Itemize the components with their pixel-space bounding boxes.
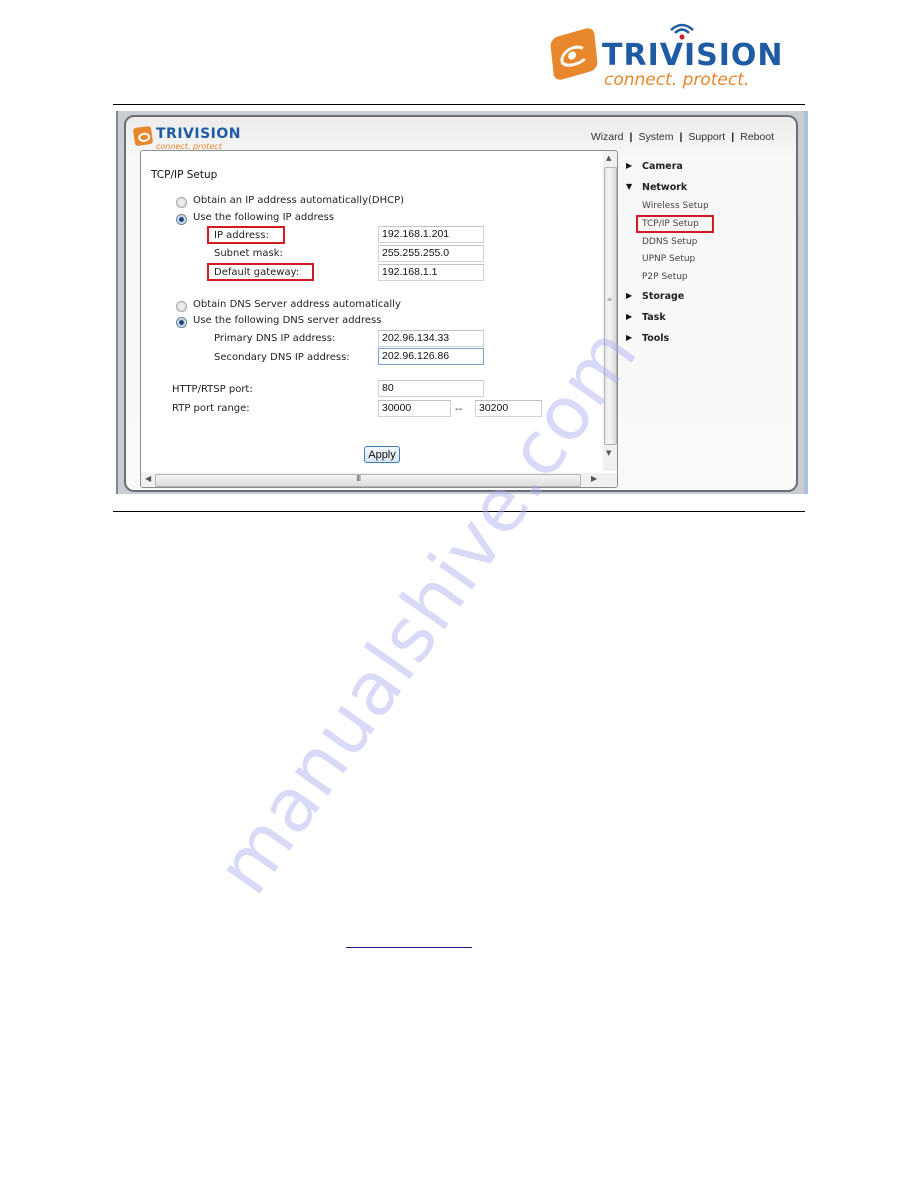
expanded-triangle-icon: ▼ (626, 182, 633, 191)
tcpip-setup-highlight (636, 215, 714, 233)
app-brand-name: TRIVISION (156, 126, 241, 142)
hyperlink-underline[interactable] (346, 947, 472, 948)
tcpip-setup-panel: TCP/IP Setup Obtain an IP address automa… (140, 150, 618, 488)
eye-logo-icon (132, 125, 154, 147)
apply-button[interactable]: Apply (364, 446, 400, 463)
eye-logo-icon (549, 26, 599, 82)
collapsed-triangle-icon: ▶ (626, 312, 633, 321)
menu-ddns-setup[interactable]: DDNS Setup (642, 237, 697, 247)
subnet-mask-label: Subnet mask: (214, 248, 283, 259)
scroll-left-icon[interactable]: ◀ (145, 474, 151, 483)
menu-wireless-setup[interactable]: Wireless Setup (642, 201, 709, 211)
horizontal-scrollbar[interactable]: ◀ III ▶ (141, 473, 617, 487)
top-divider (113, 104, 805, 105)
collapsed-triangle-icon: ▶ (626, 161, 633, 170)
horizontal-scroll-thumb[interactable] (155, 474, 581, 487)
scroll-down-icon[interactable]: ▼ (606, 449, 611, 457)
dhcp-label: Obtain an IP address automatically(DHCP) (193, 195, 405, 206)
http-port-label: HTTP/RTSP port: (172, 384, 253, 395)
static-ip-radio[interactable] (176, 214, 187, 225)
web-ui-screenshot: TRIVISION connect. protect Wizard | Syst… (116, 111, 808, 494)
collapsed-triangle-icon: ▶ (626, 333, 633, 342)
dns-auto-radio[interactable] (176, 301, 187, 312)
rtp-range-separator: -- (455, 404, 463, 415)
nav-separator: | (629, 131, 633, 143)
rtp-range-from-input[interactable] (378, 400, 451, 417)
http-port-input[interactable] (378, 380, 484, 397)
subnet-mask-input[interactable] (378, 245, 484, 262)
dns-manual-radio[interactable] (176, 317, 187, 328)
default-gateway-input[interactable] (378, 264, 484, 281)
nav-separator: | (679, 131, 683, 143)
static-ip-label: Use the following IP address (193, 212, 335, 223)
scroll-grip-icon: ≡ (607, 296, 613, 303)
nav-separator: | (731, 131, 735, 143)
menu-upnp-setup[interactable]: UPNP Setup (642, 254, 695, 264)
top-navigation: Wizard | System | Support | Reboot (591, 131, 774, 143)
bottom-divider (113, 511, 805, 512)
page-brand-name: TRIVISION (602, 38, 784, 73)
scroll-up-icon[interactable]: ▲ (606, 154, 611, 162)
default-gateway-highlight (207, 263, 314, 281)
nav-reboot[interactable]: Reboot (740, 131, 774, 143)
page-brand-tagline: connect. protect. (604, 70, 750, 90)
page-title: TCP/IP Setup (151, 169, 218, 181)
ip-address-input[interactable] (378, 226, 484, 243)
scroll-grip-icon: III (356, 474, 361, 483)
nav-system[interactable]: System (638, 131, 673, 143)
rtp-range-label: RTP port range: (172, 403, 250, 414)
menu-p2p-setup[interactable]: P2P Setup (642, 272, 688, 282)
scroll-right-icon[interactable]: ▶ (591, 474, 597, 483)
vertical-scroll-thumb[interactable] (604, 167, 617, 445)
secondary-dns-input[interactable] (378, 348, 484, 365)
vertical-scrollbar[interactable]: ▲ ≡ ▼ (603, 151, 617, 471)
dhcp-radio[interactable] (176, 197, 187, 208)
secondary-dns-label: Secondary DNS IP address: (214, 352, 350, 363)
rtp-range-to-input[interactable] (475, 400, 542, 417)
primary-dns-input[interactable] (378, 330, 484, 347)
dns-manual-label: Use the following DNS server address (193, 315, 382, 326)
collapsed-triangle-icon: ▶ (626, 291, 633, 300)
dns-auto-label: Obtain DNS Server address automatically (193, 299, 401, 310)
app-window: TRIVISION connect. protect Wizard | Syst… (124, 115, 798, 492)
nav-support[interactable]: Support (688, 131, 725, 143)
nav-wizard[interactable]: Wizard (591, 131, 624, 143)
page-brand-logo: TRIVISION connect. protect. (549, 22, 792, 90)
ip-address-highlight (207, 226, 285, 244)
primary-dns-label: Primary DNS IP address: (214, 333, 336, 344)
app-brand-logo: TRIVISION connect. protect (132, 123, 254, 153)
